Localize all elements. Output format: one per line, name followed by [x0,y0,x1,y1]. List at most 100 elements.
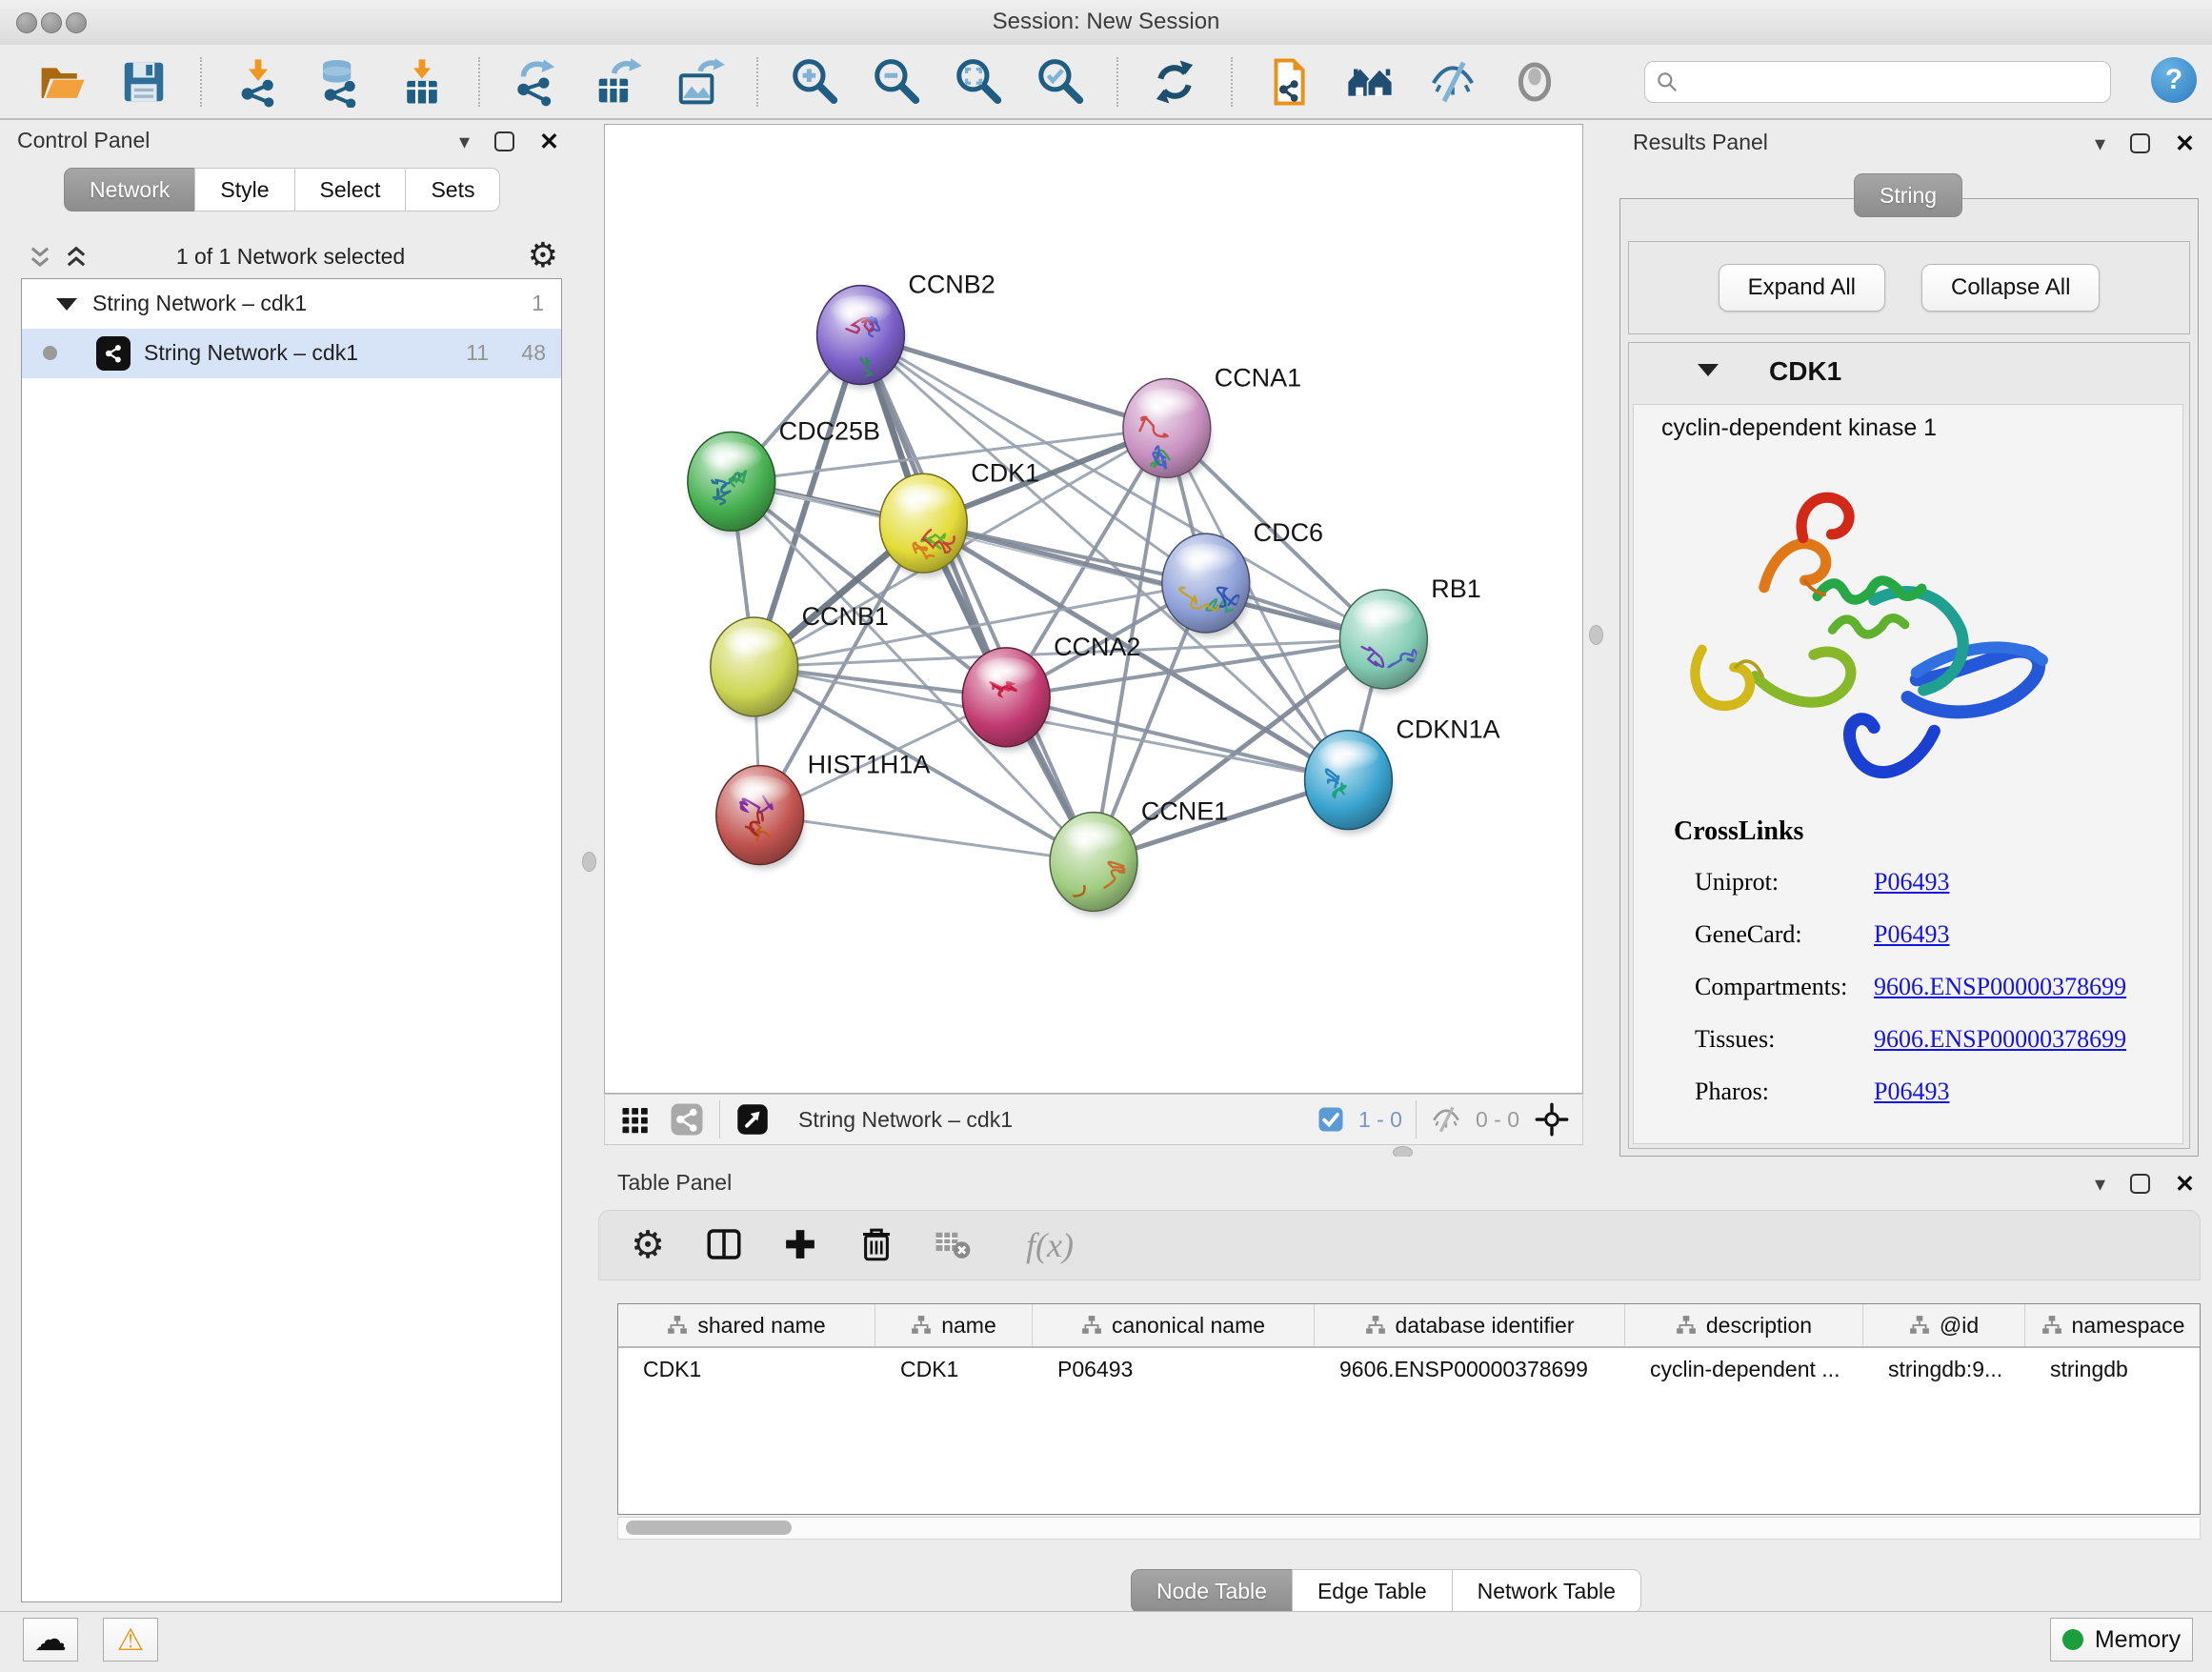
create-column-button[interactable] [778,1223,822,1267]
node-CCNB1[interactable] [711,617,799,721]
refresh-button[interactable] [1149,56,1200,108]
node-CCNE1[interactable] [1050,813,1138,928]
table-panel-float-icon[interactable] [2130,1174,2150,1194]
eye-slash-button[interactable] [1427,56,1478,108]
gene-collapse-icon[interactable] [1698,364,1719,376]
edge-HIST1H1A-CCNE1[interactable] [760,816,1094,862]
control-panel-collapse-icon[interactable]: ▾ [459,132,470,151]
column-header-shared-name[interactable]: shared name [618,1304,875,1346]
fit-selected-crosshair-button[interactable] [1533,1100,1571,1138]
export-image-button[interactable] [674,56,726,108]
table-cell[interactable]: CDK1 [875,1348,1033,1390]
zoom-selected-button[interactable] [1035,56,1086,108]
network-row[interactable]: String Network – cdk1 11 48 [22,329,561,378]
cloud-status-button[interactable]: ☁ [23,1618,78,1662]
import-network-file-button[interactable] [232,56,284,108]
column-header-database-identifier[interactable]: database identifier [1315,1304,1625,1346]
right-splitter-grip[interactable] [1589,625,1603,645]
search-field[interactable] [1644,61,2111,103]
warnings-button[interactable]: ⚠ [103,1618,158,1662]
view-grid-button[interactable] [616,1100,654,1138]
node-CCNB2[interactable] [817,286,906,390]
tab-network-table[interactable]: Network Table [1452,1569,1641,1613]
table-cell[interactable]: stringdb:9... [1863,1348,2025,1390]
function-builder-button[interactable]: f(x) [1007,1223,1093,1267]
crosslink-link[interactable]: 9606.ENSP00000378699 [1874,973,2126,1001]
delete-table-button[interactable] [931,1223,975,1267]
left-splitter-grip[interactable] [582,852,596,872]
tab-network[interactable]: Network [64,168,195,212]
table-cell[interactable]: stringdb [2025,1348,2201,1390]
share-document-button[interactable] [1263,56,1315,108]
column-header-namespace[interactable]: namespace [2025,1304,2201,1346]
zoom-out-button[interactable] [871,56,922,108]
open-session-button[interactable] [36,56,88,108]
results-panel-collapse-icon[interactable]: ▾ [2095,134,2105,153]
zoom-in-button[interactable] [789,56,840,108]
table-panel-collapse-icon[interactable]: ▾ [2095,1175,2105,1194]
table-row[interactable]: CDK1CDK1P064939606.ENSP00000378699cyclin… [618,1348,2200,1390]
crosslink-link[interactable]: P06493 [1874,868,1949,896]
save-session-button[interactable] [118,56,170,108]
column-header-name[interactable]: name [875,1304,1033,1346]
tab-node-table[interactable]: Node Table [1131,1569,1293,1613]
crosslink-link[interactable]: P06493 [1874,920,1949,949]
edge-CCNB2-CCNA1[interactable] [860,335,1166,429]
import-network-database-button[interactable] [314,56,366,108]
crosslink-link[interactable]: P06493 [1874,1078,1949,1106]
tab-edge-table[interactable]: Edge Table [1292,1569,1453,1613]
table-cell[interactable]: CDK1 [618,1348,875,1390]
network-canvas[interactable]: CCNB2CCNA1CDC25BCDK1CDC6RB1CCNB1CCNA2CDK… [604,124,1583,1094]
view-share-button[interactable] [668,1100,706,1138]
lens-button[interactable] [1509,56,1560,108]
zoom-fit-button[interactable] [953,56,1004,108]
control-panel-float-icon[interactable] [494,131,514,151]
crosslink-link[interactable]: 9606.ENSP00000378699 [1874,1025,2126,1054]
table-horizontal-scrollbar[interactable] [617,1517,2201,1540]
column-header-canonical-name[interactable]: canonical name [1033,1304,1315,1346]
column-header-@id[interactable]: @id [1863,1304,2025,1346]
node-CDKN1A[interactable] [1305,731,1394,835]
table-panel-close-icon[interactable]: ✕ [2175,1175,2195,1194]
network-collection-row[interactable]: String Network – cdk1 1 [22,279,561,329]
network-options-gear-icon[interactable]: ⚙ [528,238,558,272]
browser-home-button[interactable] [1345,56,1397,108]
export-network-button[interactable] [511,56,562,108]
tab-style[interactable]: Style [194,168,294,212]
show-columns-button[interactable] [702,1223,746,1267]
table-cell[interactable]: 9606.ENSP00000378699 [1315,1348,1625,1390]
search-input[interactable] [1679,64,2110,100]
expand-all-button[interactable]: Expand All [1719,264,1885,312]
birdseye-view-button[interactable] [734,1100,772,1138]
results-panel-float-icon[interactable] [2130,133,2150,153]
collection-expand-icon[interactable] [56,298,77,311]
edge-CCNB2-CCNE1[interactable] [860,335,1094,862]
column-header-description[interactable]: description [1625,1304,1863,1346]
export-table-button[interactable] [593,56,644,108]
scrollbar-thumb[interactable] [626,1521,792,1535]
import-table-icon [396,56,448,108]
help-button[interactable]: ? [2151,57,2197,103]
results-panel-close-icon[interactable]: ✕ [2175,134,2195,153]
table-options-gear-button[interactable]: ⚙ [626,1223,670,1267]
node-CDC25B[interactable] [688,432,776,535]
tab-select[interactable]: Select [294,168,407,212]
delete-column-button[interactable] [855,1223,898,1267]
control-panel-close-icon[interactable]: ✕ [539,132,559,151]
tab-string[interactable]: String [1854,173,1962,217]
gene-section-header[interactable]: CDK1 [1629,343,2189,402]
network-graph[interactable]: CCNB2CCNA1CDC25BCDK1CDC6RB1CCNB1CCNA2CDK… [605,125,1582,1093]
table-cell[interactable]: P06493 [1033,1348,1315,1390]
memory-button[interactable]: Memory [2050,1618,2193,1662]
node-CCNA1[interactable] [1123,378,1212,482]
node-RB1[interactable] [1339,590,1428,694]
table-cell[interactable]: cyclin-dependent ... [1625,1348,1863,1390]
import-table-button[interactable] [396,56,448,108]
node-HIST1H1A[interactable] [716,766,805,870]
search-icon [1655,70,1679,94]
node-CDK1[interactable] [879,473,968,577]
collapse-all-button[interactable]: Collapse All [1921,264,2100,312]
node-CCNA2[interactable] [962,648,1051,752]
selected-checkbox-icon[interactable] [1317,1105,1345,1134]
tab-sets[interactable]: Sets [405,168,500,212]
